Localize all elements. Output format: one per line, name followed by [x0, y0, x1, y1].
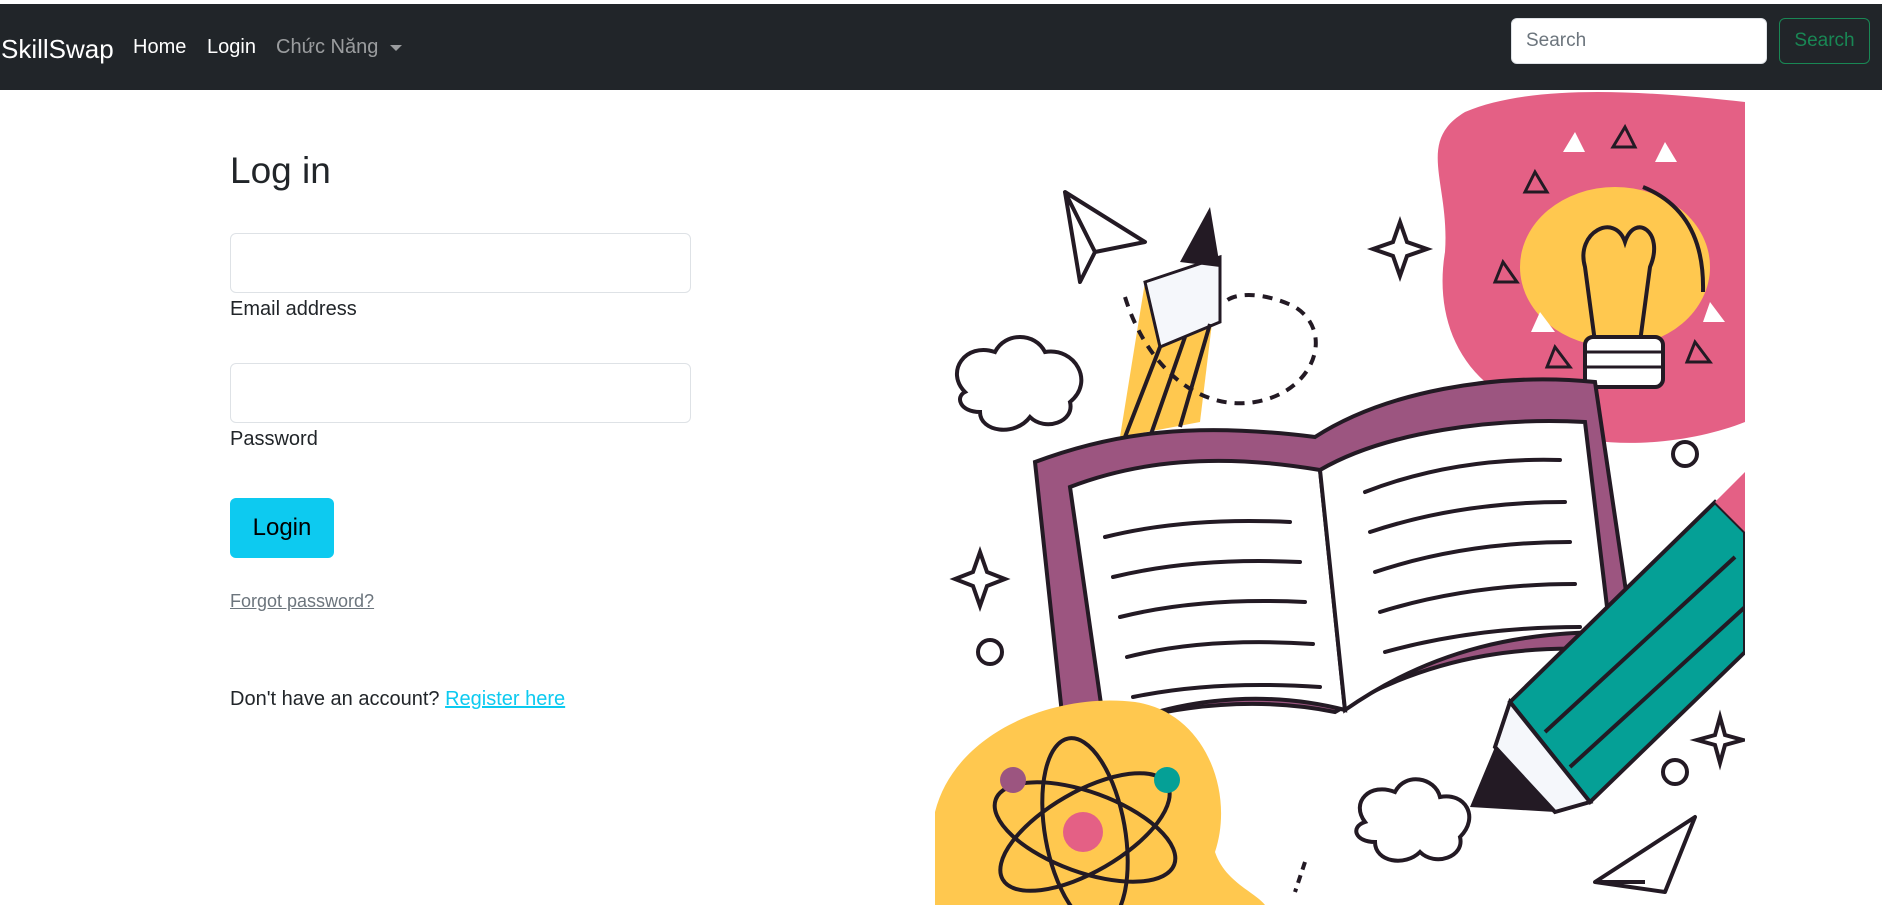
search-input[interactable] — [1511, 18, 1767, 64]
password-label: Password — [230, 428, 318, 450]
register-prompt-text: Don't have an account? — [230, 688, 440, 710]
forgot-password-link[interactable]: Forgot password? — [230, 591, 374, 612]
nav-link-login[interactable]: Login — [207, 36, 256, 59]
chevron-down-icon — [390, 44, 403, 51]
brand-logo-link[interactable]: SkillSwap — [1, 34, 114, 65]
page-title: Log in — [230, 150, 331, 191]
email-field[interactable] — [230, 233, 691, 293]
education-illustration — [935, 92, 1745, 905]
top-navbar: SkillSwap Home Login Chức Năng Search — [0, 4, 1882, 90]
nav-link-home[interactable]: Home — [133, 36, 186, 59]
nav-dropdown-label: Chức Năng — [276, 36, 379, 58]
register-prompt: Don't have an account? Register here — [230, 688, 565, 711]
nav-dropdown-features[interactable]: Chức Năng — [276, 36, 403, 59]
password-field[interactable] — [230, 363, 691, 423]
login-submit-button[interactable]: Login — [230, 498, 334, 558]
yellow-pencil-icon — [1120, 207, 1318, 438]
search-button[interactable]: Search — [1779, 18, 1870, 64]
register-link[interactable]: Register here — [445, 688, 565, 710]
atom-bubble-icon — [935, 700, 1265, 905]
email-label: Email address — [230, 298, 357, 320]
